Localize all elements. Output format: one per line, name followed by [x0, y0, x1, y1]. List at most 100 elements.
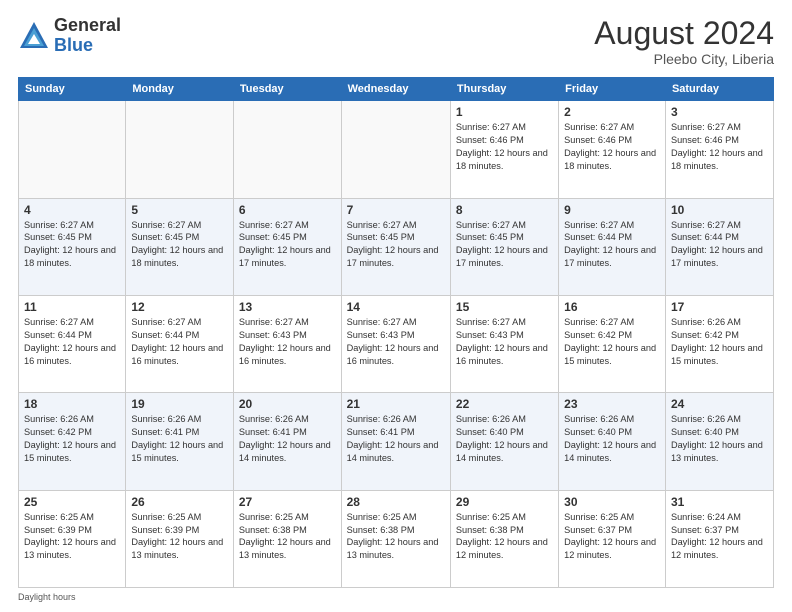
day-cell: 21 Sunrise: 6:26 AM Sunset: 6:41 PM Dayli… — [341, 393, 450, 490]
day-cell: 6 Sunrise: 6:27 AM Sunset: 6:45 PM Daylig… — [233, 198, 341, 295]
footer-note: Daylight hours — [18, 592, 774, 602]
day-cell: 30 Sunrise: 6:25 AM Sunset: 6:37 PM Dayli… — [559, 490, 666, 587]
calendar-subtitle: Pleebo City, Liberia — [594, 51, 774, 67]
day-cell: 14 Sunrise: 6:27 AM Sunset: 6:43 PM Dayli… — [341, 295, 450, 392]
header: General Blue August 2024 Pleebo City, Li… — [18, 16, 774, 67]
day-info: Sunrise: 6:25 AM Sunset: 6:38 PM Dayligh… — [347, 511, 445, 563]
col-header-friday: Friday — [559, 78, 666, 101]
logo-blue: Blue — [54, 36, 121, 56]
col-header-sunday: Sunday — [19, 78, 126, 101]
day-info: Sunrise: 6:27 AM Sunset: 6:43 PM Dayligh… — [347, 316, 445, 368]
day-info: Sunrise: 6:26 AM Sunset: 6:42 PM Dayligh… — [671, 316, 768, 368]
day-info: Sunrise: 6:26 AM Sunset: 6:40 PM Dayligh… — [564, 413, 660, 465]
day-number: 15 — [456, 300, 553, 314]
day-cell: 28Sunrise: 6:25 AM Sunset: 6:38 PM Dayli… — [341, 490, 450, 587]
week-row-4: 18 Sunrise: 6:26 AM Sunset: 6:42 PM Dayli… — [19, 393, 774, 490]
day-number: 7 — [347, 203, 445, 217]
day-number: 20 — [239, 397, 336, 411]
day-cell: 3 Sunrise: 6:27 AM Sunset: 6:46 PM Daylig… — [665, 101, 773, 198]
day-number: 24 — [671, 397, 768, 411]
day-number: 26 — [131, 495, 228, 509]
day-info: Sunrise: 6:26 AM Sunset: 6:40 PM Dayligh… — [671, 413, 768, 465]
day-cell — [19, 101, 126, 198]
week-row-2: 4 Sunrise: 6:27 AM Sunset: 6:45 PM Daylig… — [19, 198, 774, 295]
day-number: 6 — [239, 203, 336, 217]
day-number: 10 — [671, 203, 768, 217]
week-row-1: 1 Sunrise: 6:27 AM Sunset: 6:46 PM Daylig… — [19, 101, 774, 198]
day-cell: 13Sunrise: 6:27 AM Sunset: 6:43 PM Dayli… — [233, 295, 341, 392]
day-info: Sunrise: 6:26 AM Sunset: 6:41 PM Dayligh… — [347, 413, 445, 465]
day-cell: 27Sunrise: 6:25 AM Sunset: 6:38 PM Dayli… — [233, 490, 341, 587]
day-info: Sunrise: 6:27 AM Sunset: 6:46 PM Dayligh… — [564, 121, 660, 173]
day-cell: 11 Sunrise: 6:27 AM Sunset: 6:44 PM Dayli… — [19, 295, 126, 392]
title-block: August 2024 Pleebo City, Liberia — [594, 16, 774, 67]
day-number: 11 — [24, 300, 120, 314]
col-header-monday: Monday — [126, 78, 234, 101]
day-info: Sunrise: 6:25 AM Sunset: 6:39 PM Dayligh… — [24, 511, 120, 563]
day-info: Sunrise: 6:27 AM Sunset: 6:44 PM Dayligh… — [671, 219, 768, 271]
day-number: 14 — [347, 300, 445, 314]
day-cell: 17 Sunrise: 6:26 AM Sunset: 6:42 PM Dayli… — [665, 295, 773, 392]
day-cell: 7 Sunrise: 6:27 AM Sunset: 6:45 PM Daylig… — [341, 198, 450, 295]
day-number: 19 — [131, 397, 228, 411]
day-info: Sunrise: 6:27 AM Sunset: 6:46 PM Dayligh… — [671, 121, 768, 173]
day-number: 1 — [456, 105, 553, 119]
day-cell: 8Sunrise: 6:27 AM Sunset: 6:45 PM Daylig… — [450, 198, 558, 295]
page: General Blue August 2024 Pleebo City, Li… — [0, 0, 792, 612]
day-number: 30 — [564, 495, 660, 509]
day-info: Sunrise: 6:27 AM Sunset: 6:42 PM Dayligh… — [564, 316, 660, 368]
header-row: SundayMondayTuesdayWednesdayThursdayFrid… — [19, 78, 774, 101]
day-info: Sunrise: 6:27 AM Sunset: 6:45 PM Dayligh… — [24, 219, 120, 271]
day-cell: 15 Sunrise: 6:27 AM Sunset: 6:43 PM Dayli… — [450, 295, 558, 392]
day-cell: 24 Sunrise: 6:26 AM Sunset: 6:40 PM Dayli… — [665, 393, 773, 490]
day-cell: 12Sunrise: 6:27 AM Sunset: 6:44 PM Dayli… — [126, 295, 234, 392]
day-info: Sunrise: 6:24 AM Sunset: 6:37 PM Dayligh… — [671, 511, 768, 563]
day-info: Sunrise: 6:25 AM Sunset: 6:39 PM Dayligh… — [131, 511, 228, 563]
col-header-wednesday: Wednesday — [341, 78, 450, 101]
day-info: Sunrise: 6:25 AM Sunset: 6:37 PM Dayligh… — [564, 511, 660, 563]
day-info: Sunrise: 6:27 AM Sunset: 6:45 PM Dayligh… — [347, 219, 445, 271]
day-number: 9 — [564, 203, 660, 217]
calendar-title: August 2024 — [594, 16, 774, 51]
week-row-3: 11 Sunrise: 6:27 AM Sunset: 6:44 PM Dayli… — [19, 295, 774, 392]
day-cell — [233, 101, 341, 198]
day-cell: 20Sunrise: 6:26 AM Sunset: 6:41 PM Dayli… — [233, 393, 341, 490]
day-info: Sunrise: 6:27 AM Sunset: 6:43 PM Dayligh… — [239, 316, 336, 368]
day-cell: 18 Sunrise: 6:26 AM Sunset: 6:42 PM Dayli… — [19, 393, 126, 490]
day-number: 17 — [671, 300, 768, 314]
day-number: 23 — [564, 397, 660, 411]
day-info: Sunrise: 6:27 AM Sunset: 6:43 PM Dayligh… — [456, 316, 553, 368]
day-info: Sunrise: 6:26 AM Sunset: 6:41 PM Dayligh… — [131, 413, 228, 465]
day-info: Sunrise: 6:27 AM Sunset: 6:46 PM Dayligh… — [456, 121, 553, 173]
day-number: 3 — [671, 105, 768, 119]
day-info: Sunrise: 6:25 AM Sunset: 6:38 PM Dayligh… — [456, 511, 553, 563]
logo-icon — [18, 20, 50, 52]
col-header-tuesday: Tuesday — [233, 78, 341, 101]
day-cell: 25Sunrise: 6:25 AM Sunset: 6:39 PM Dayli… — [19, 490, 126, 587]
logo-general: General — [54, 16, 121, 36]
day-number: 8 — [456, 203, 553, 217]
day-info: Sunrise: 6:27 AM Sunset: 6:45 PM Dayligh… — [131, 219, 228, 271]
day-cell: 22 Sunrise: 6:26 AM Sunset: 6:40 PM Dayli… — [450, 393, 558, 490]
day-info: Sunrise: 6:26 AM Sunset: 6:40 PM Dayligh… — [456, 413, 553, 465]
day-number: 4 — [24, 203, 120, 217]
day-number: 22 — [456, 397, 553, 411]
day-number: 21 — [347, 397, 445, 411]
day-cell: 23 Sunrise: 6:26 AM Sunset: 6:40 PM Dayli… — [559, 393, 666, 490]
day-cell: 31 Sunrise: 6:24 AM Sunset: 6:37 PM Dayli… — [665, 490, 773, 587]
day-number: 31 — [671, 495, 768, 509]
day-cell: 4 Sunrise: 6:27 AM Sunset: 6:45 PM Daylig… — [19, 198, 126, 295]
day-cell: 1 Sunrise: 6:27 AM Sunset: 6:46 PM Daylig… — [450, 101, 558, 198]
col-header-saturday: Saturday — [665, 78, 773, 101]
day-cell: 10 Sunrise: 6:27 AM Sunset: 6:44 PM Dayli… — [665, 198, 773, 295]
logo-text: General Blue — [54, 16, 121, 56]
day-number: 12 — [131, 300, 228, 314]
day-info: Sunrise: 6:26 AM Sunset: 6:42 PM Dayligh… — [24, 413, 120, 465]
day-cell: 16Sunrise: 6:27 AM Sunset: 6:42 PM Dayli… — [559, 295, 666, 392]
day-info: Sunrise: 6:27 AM Sunset: 6:44 PM Dayligh… — [24, 316, 120, 368]
week-row-5: 25Sunrise: 6:25 AM Sunset: 6:39 PM Dayli… — [19, 490, 774, 587]
day-cell: 2 Sunrise: 6:27 AM Sunset: 6:46 PM Daylig… — [559, 101, 666, 198]
day-number: 2 — [564, 105, 660, 119]
day-info: Sunrise: 6:27 AM Sunset: 6:45 PM Dayligh… — [239, 219, 336, 271]
day-number: 18 — [24, 397, 120, 411]
